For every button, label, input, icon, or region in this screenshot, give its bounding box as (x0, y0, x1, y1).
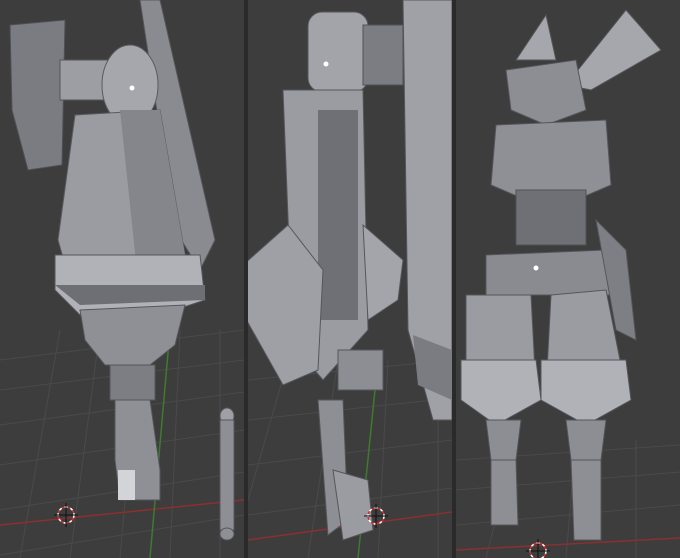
hip-cylinder (307, 11, 369, 93)
left-shin (485, 419, 522, 461)
left-foot (490, 459, 519, 526)
side-leg-viewport[interactable] (248, 0, 452, 558)
right-shin (565, 419, 607, 461)
front-leg-render (0, 0, 244, 558)
ankle-block (109, 364, 156, 401)
side-mechanism (362, 24, 404, 86)
chest-armor (490, 119, 612, 201)
viewport-collage (0, 0, 680, 558)
full-body-render (456, 0, 680, 558)
pin-object (219, 407, 235, 541)
ankle-block (337, 349, 384, 391)
pivot-dot (533, 265, 539, 271)
right-foot (570, 459, 602, 541)
hip-block (485, 249, 612, 296)
front-leg-viewport[interactable] (0, 0, 244, 558)
thigh-inner-channel (318, 110, 358, 320)
pivot-dot (129, 85, 135, 91)
waist-frame (515, 189, 587, 246)
foot-highlight (118, 470, 135, 500)
side-leg-render (248, 0, 452, 558)
full-body-viewport[interactable] (456, 0, 680, 558)
pivot-dot (323, 61, 329, 67)
